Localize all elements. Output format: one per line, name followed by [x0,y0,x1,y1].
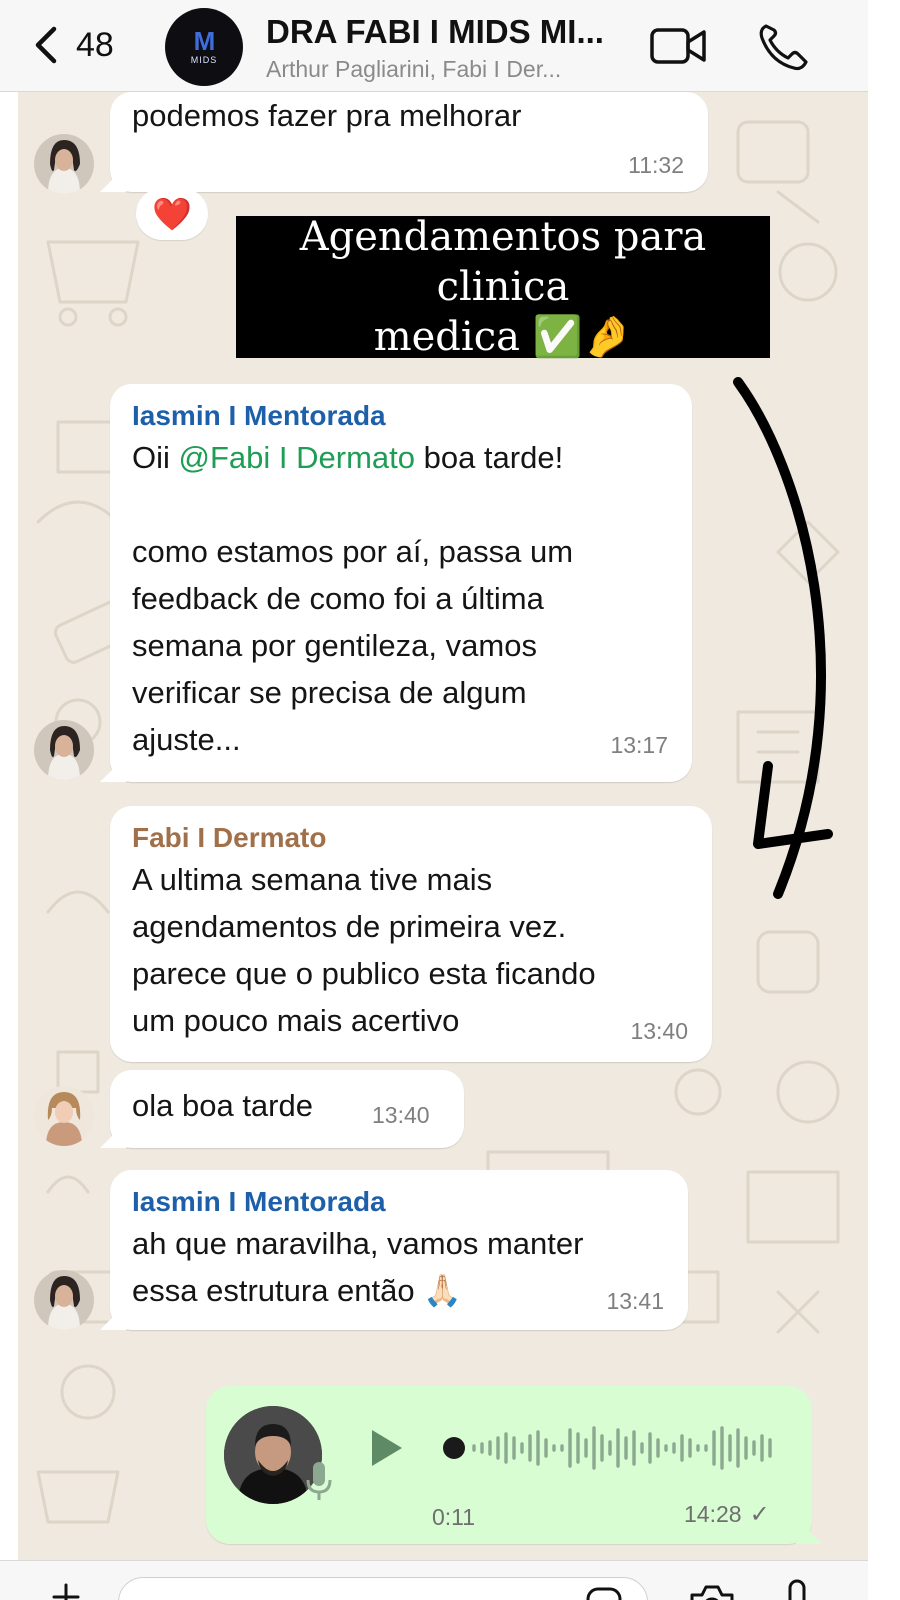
message-greeting: Oii [132,440,179,475]
sticker-icon[interactable] [584,1583,624,1600]
message-input[interactable] [118,1577,648,1600]
avatar[interactable] [34,720,94,780]
plus-icon[interactable] [52,1583,80,1600]
message-time: 13:17 [610,732,668,758]
compose-bar [0,1560,868,1600]
voice-note-bubble[interactable]: 0:11 14:28 ✓ [206,1386,812,1544]
avatar[interactable] [34,134,94,194]
sender-name: Fabi I Dermato [132,822,327,853]
logo-text: MIDS [190,55,218,65]
camera-icon[interactable] [686,1581,738,1600]
caption-line-1: Agendamentos para clinica [299,214,707,310]
play-icon[interactable] [366,1426,406,1470]
audio-waveform[interactable] [442,1420,782,1476]
avatar[interactable] [34,1086,94,1146]
microphone-icon[interactable] [782,1577,812,1600]
logo-mark: M [193,26,216,56]
message-text: podemos fazer pra melhorar [132,98,522,133]
sender-name: Iasmin I Mentorada [132,1186,386,1217]
voice-call-icon[interactable] [752,18,814,74]
caption-overlay: Agendamentos para clinica medica ✅🤌 [236,214,770,360]
message-text: ola boa tarde [132,1088,313,1123]
chat-area[interactable]: podemos fazer pra melhorar 11:32 ❤️ Agen… [18,92,868,1560]
message-text: ah que maravilha, vamos manter essa estr… [132,1226,584,1308]
message-time: 14:28 [684,1501,742,1527]
message-time: 13:40 [372,1102,430,1128]
caption-text: Agendamentos para clinica medica ✅🤌 [236,212,770,362]
message-text: Oii @Fabi I Dermato boa tarde! [132,434,563,481]
mention-link[interactable]: @Fabi I Dermato [179,440,415,475]
message-time: 13:40 [630,1018,688,1044]
heart-reaction: ❤️ [152,196,192,232]
group-avatar[interactable]: M MIDS [165,8,243,86]
person-avatar-icon [34,720,94,780]
message-greeting-end: boa tarde! [414,440,564,475]
sender-name: Iasmin I Mentorada [132,400,386,431]
video-call-icon[interactable] [648,18,710,74]
screen-edge [868,0,900,1600]
message-bubble[interactable]: podemos fazer pra melhorar 11:32 [110,92,708,192]
person-avatar-icon [34,134,94,194]
message-bubble[interactable]: Iasmin I Mentorada ah que maravilha, vam… [110,1170,688,1330]
unread-count: 48 [76,25,114,64]
microphone-icon [306,1462,332,1500]
person-avatar-icon [34,1270,94,1330]
message-time: 13:41 [606,1288,664,1314]
avatar[interactable] [34,1270,94,1330]
message-text: A ultima semana tive mais agendamentos d… [132,862,596,1038]
chat-info[interactable]: DRA FABI I MIDS MI... Arthur Pagliarini,… [266,12,626,84]
chevron-left-icon [35,26,57,64]
message-time: 11:32 [628,152,684,178]
person-avatar-icon [34,1086,94,1146]
sent-check-icon: ✓ [749,1501,770,1528]
message-bubble[interactable]: Iasmin I Mentorada Oii @Fabi I Dermato b… [110,384,692,782]
voice-duration: 0:11 [432,1504,476,1530]
message-body: como estamos por aí, passa um feedback d… [132,534,574,757]
chat-title: DRA FABI I MIDS MI... [266,13,604,50]
voice-timestamp: 14:28 ✓ [684,1500,770,1529]
caption-line-2: medica ✅🤌 [373,314,633,360]
hand-drawn-arrow [733,377,833,899]
chat-participants: Arthur Pagliarini, Fabi I Der... [266,56,562,82]
message-bubble[interactable]: Fabi I Dermato A ultima semana tive mais… [110,806,712,1062]
reaction-badge[interactable]: ❤️ [136,188,208,240]
back-button[interactable]: 48 [30,20,140,70]
message-bubble[interactable]: ola boa tarde 13:40 [110,1070,464,1148]
chat-header: 48 M MIDS DRA FABI I MIDS MI... Arthur P… [0,0,868,92]
